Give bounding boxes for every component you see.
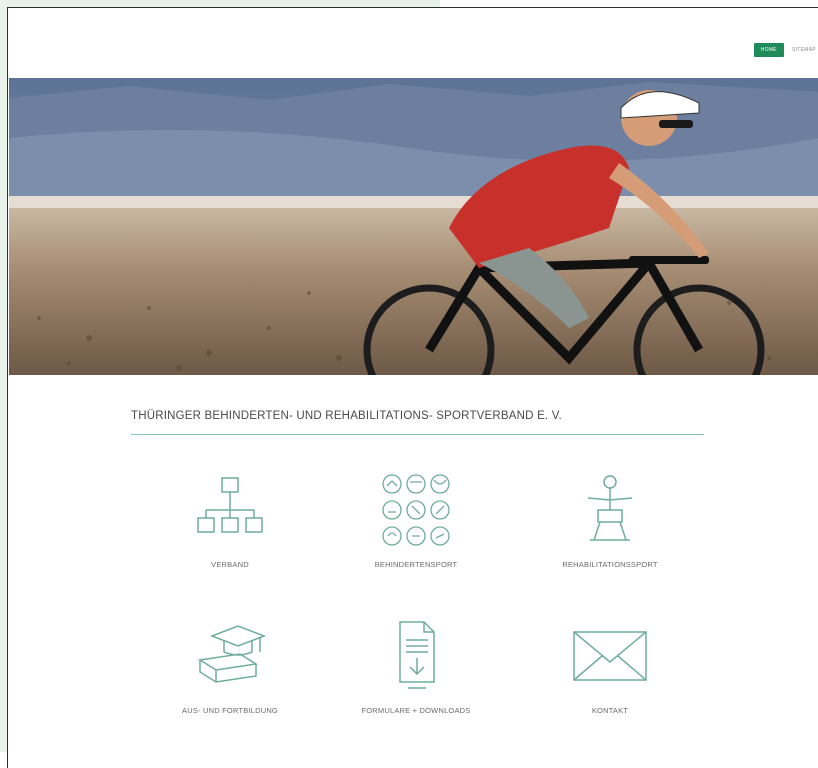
rehab-figure-icon bbox=[587, 475, 633, 541]
title-divider bbox=[131, 434, 704, 435]
tile-behindertensport[interactable]: BEHINDERTENSPORT bbox=[326, 470, 506, 569]
tile-kontakt-label: KONTAKT bbox=[591, 706, 629, 715]
website-frame: HOME SITEMAP THÜRINGER BEHINDERTEN- UND … bbox=[7, 7, 818, 768]
graduation-books-icon bbox=[197, 625, 267, 683]
tile-rehabilitationssport[interactable]: REHABILITATIONSSPORT bbox=[520, 470, 700, 569]
tile-verband-label: VERBAND bbox=[211, 560, 249, 569]
nav-sitemap-link[interactable]: SITEMAP bbox=[792, 47, 816, 53]
top-navigation: HOME SITEMAP bbox=[753, 42, 816, 58]
tile-formulare-downloads[interactable]: FORMULARE + DOWNLOADS bbox=[326, 616, 506, 715]
hero-image bbox=[9, 78, 818, 375]
document-download-icon bbox=[399, 621, 435, 689]
tile-formulare-downloads-label: FORMULARE + DOWNLOADS bbox=[361, 706, 471, 715]
tile-verband[interactable]: VERBAND bbox=[140, 470, 320, 569]
tile-kontakt[interactable]: KONTAKT bbox=[520, 616, 700, 715]
tile-aus-und-fortbildung-label: AUS- UND FORTBILDUNG bbox=[182, 706, 278, 715]
tile-behindertensport-label: BEHINDERTENSPORT bbox=[374, 560, 458, 569]
organization-title: THÜRINGER BEHINDERTEN- UND REHABILITATIO… bbox=[131, 410, 562, 422]
sports-grid-icon bbox=[382, 474, 450, 546]
tile-rehabilitationssport-label: REHABILITATIONSSPORT bbox=[562, 560, 658, 569]
nav-home-button[interactable]: HOME bbox=[753, 43, 784, 57]
envelope-icon bbox=[573, 631, 647, 681]
tile-aus-und-fortbildung[interactable]: AUS- UND FORTBILDUNG bbox=[140, 616, 320, 715]
org-chart-icon bbox=[197, 477, 263, 533]
